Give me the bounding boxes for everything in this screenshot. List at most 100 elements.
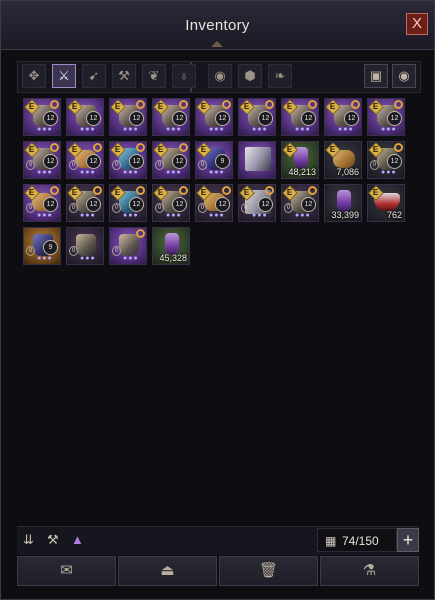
equip-badge-letter: E	[157, 102, 164, 111]
lock-icon	[222, 186, 231, 195]
equip-badge-letter: E	[28, 188, 35, 197]
inventory-slot[interactable]: E 12 0 ●●●	[152, 141, 190, 179]
sort-icon[interactable]: ⇊	[23, 532, 34, 548]
disassemble-button[interactable]: ✉	[17, 556, 116, 586]
equip-badge-letter: E	[157, 145, 164, 154]
inventory-slot[interactable]: E 12 ●●●	[109, 98, 147, 136]
lock-icon	[50, 100, 59, 109]
inventory-slot[interactable]: E 7,086	[324, 141, 362, 179]
inventory-slot[interactable]: 45,328	[152, 227, 190, 265]
grade-dots: ●●●	[80, 212, 96, 219]
socket-count: 0	[26, 203, 35, 213]
inventory-slot[interactable]: E 12 0 ●●●	[66, 184, 104, 222]
enhance-level: 12	[129, 154, 144, 169]
pouch-icon[interactable]: ♁	[172, 64, 196, 88]
inventory-slot[interactable]: 0 ●●●	[109, 227, 147, 265]
item-quantity: 45,328	[159, 253, 187, 263]
inventory-slot[interactable]: E 12 0 ●●●	[109, 184, 147, 222]
discard-button[interactable]: 🗑	[219, 556, 318, 586]
inventory-slot[interactable]: E 9 0 ●●●	[195, 141, 233, 179]
wings-icon[interactable]: ❧	[268, 64, 292, 88]
socket-count: 0	[112, 160, 121, 170]
socket-count: 0	[26, 160, 35, 170]
close-button[interactable]: X	[406, 13, 428, 35]
socket-count: 0	[155, 203, 164, 213]
inventory-slot[interactable]: E 48,213	[281, 141, 319, 179]
capacity-display: ▦ 74/150	[317, 528, 397, 552]
enhance-level: 12	[86, 197, 101, 212]
inventory-slot[interactable]: E 12 ●●●	[152, 98, 190, 136]
inventory-slot[interactable]: E 12 ●●●	[238, 98, 276, 136]
socket-count: 0	[241, 203, 250, 213]
equip-badge-letter: E	[243, 188, 250, 197]
lock-icon	[394, 100, 403, 109]
grade-dots: ●●●	[37, 255, 53, 262]
enhance-level: 12	[301, 197, 316, 212]
enhance-level: 9	[215, 154, 230, 169]
scroll-icon: ✉	[60, 562, 73, 579]
inventory-slot[interactable]: E 12 0 ●●●	[152, 184, 190, 222]
lock-icon	[93, 143, 102, 152]
orb-icon[interactable]: ◉	[208, 64, 232, 88]
grade-dots: ●●●	[209, 212, 225, 219]
equip-badge-letter: E	[200, 145, 207, 154]
grade-filter-icon[interactable]: ▲	[71, 532, 84, 547]
upgrade-button[interactable]: ⏏	[118, 556, 217, 586]
inventory-slot[interactable]: E 12 ●●●	[281, 98, 319, 136]
inventory-slot[interactable]: E 12 0 ●●●	[195, 184, 233, 222]
grade-dots: ●●●	[37, 212, 53, 219]
action-bar: ✉ ⏏ 🗑 ⚗	[17, 556, 419, 586]
inventory-slot[interactable]: 33,399	[324, 184, 362, 222]
item-quantity: 48,213	[288, 167, 316, 177]
inventory-slot[interactable]: E 12 0 ●●●	[23, 184, 61, 222]
inventory-slot[interactable]: E 12 0 ●●●	[238, 184, 276, 222]
all-items-icon[interactable]: ✥	[22, 64, 46, 88]
lock-icon	[222, 100, 231, 109]
inventory-slot[interactable]: E 12 ●●●	[324, 98, 362, 136]
expand-capacity-button[interactable]: +	[397, 528, 419, 552]
equip-badge-letter: E	[28, 145, 35, 154]
craft-button[interactable]: ⚗	[320, 556, 419, 586]
equip-badge-letter: E	[372, 102, 379, 111]
inventory-slot[interactable]: E 12 ●●●	[195, 98, 233, 136]
equipment-icon[interactable]: ⚔	[52, 64, 76, 88]
inventory-slot[interactable]	[238, 141, 276, 179]
inventory-slot[interactable]: 9 0 ●●●	[23, 227, 61, 265]
enhance-level: 12	[172, 154, 187, 169]
inventory-slot[interactable]: E 12 ●●●	[367, 98, 405, 136]
weapon-icon[interactable]: ➹	[82, 64, 106, 88]
inventory-slot[interactable]: E 762	[367, 184, 405, 222]
enhance-level: 12	[172, 111, 187, 126]
enhance-level: 9	[43, 240, 58, 255]
enhance-level: 12	[258, 197, 273, 212]
equip-badge-letter: E	[200, 188, 207, 197]
anvil-icon[interactable]: ⚒	[112, 64, 136, 88]
inventory-window: Inventory X ✥ ⚔ ➹ ⚒ ❦ ♁ ◉ ⬢ ❧ ▣ ◉ E 12 ●●● E 12 ●●● E 12 ●…	[0, 0, 435, 600]
feather-icon[interactable]: ❦	[142, 64, 166, 88]
inventory-slot[interactable]: E 12 0 ●●●	[109, 141, 147, 179]
socket-count: 0	[198, 160, 207, 170]
anvil-icon[interactable]: ⚒	[47, 532, 59, 548]
inventory-slot[interactable]: E 12 ●●●	[66, 98, 104, 136]
grade-dots: ●●●	[338, 126, 354, 133]
inventory-slot[interactable]: E 12 0 ●●●	[367, 141, 405, 179]
inventory-slot[interactable]: E 12 0 ●●●	[281, 184, 319, 222]
inventory-slot[interactable]: E 12 0 ●●●	[23, 141, 61, 179]
item-quantity: 33,399	[331, 210, 359, 220]
lock-icon	[136, 229, 145, 238]
inventory-slot[interactable]: E 12 ●●●	[23, 98, 61, 136]
socket-count: 0	[69, 160, 78, 170]
ore-icon[interactable]: ⬢	[238, 64, 262, 88]
grade-dots: ●●●	[166, 169, 182, 176]
item-icon	[119, 234, 139, 256]
item-icon	[76, 234, 96, 256]
layout-icon[interactable]: ▣	[364, 64, 388, 88]
eye-settings-icon[interactable]: ◉	[392, 64, 416, 88]
lock-icon	[394, 143, 403, 152]
socket-count: 0	[284, 203, 293, 213]
equip-badge-letter: E	[114, 102, 121, 111]
inventory-slot[interactable]: E 12 0 ●●●	[66, 141, 104, 179]
equip-badge-letter: E	[157, 188, 164, 197]
title-bar: Inventory X	[1, 1, 434, 50]
inventory-slot[interactable]: 0 ●●●	[66, 227, 104, 265]
